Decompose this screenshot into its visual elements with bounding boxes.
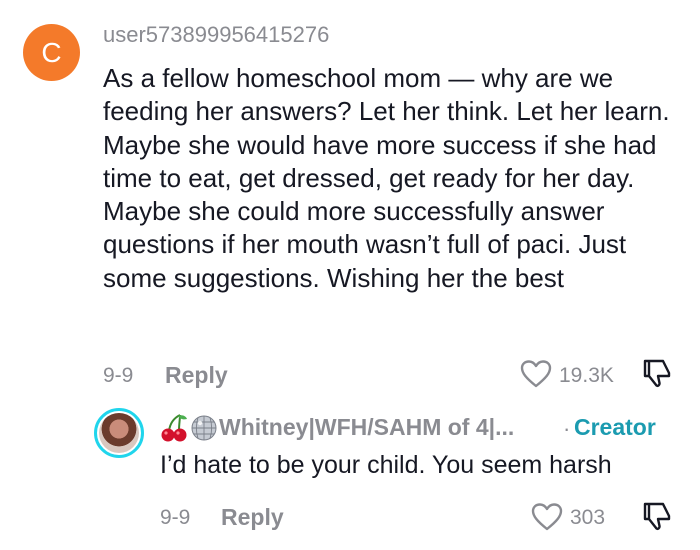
comment-like-count: 19.3K xyxy=(559,364,614,387)
disco-ball-icon xyxy=(191,415,217,441)
separator-dot: · xyxy=(563,416,571,441)
reply-avatar[interactable] xyxy=(94,408,144,458)
reply-reply-button[interactable]: Reply xyxy=(221,504,284,531)
comment-reply-button[interactable]: Reply xyxy=(165,362,228,389)
creator-badge: Creator xyxy=(574,414,656,440)
comment-username[interactable]: user573899956415276 xyxy=(103,22,329,48)
heart-outline-icon[interactable] xyxy=(531,502,563,532)
reply-date: 9-9 xyxy=(160,506,191,529)
reply-username[interactable]: Whitney|WFH/SAHM of 4|... xyxy=(219,414,514,441)
reply-avatar-photo xyxy=(99,413,139,453)
comment-date: 9-9 xyxy=(103,364,134,387)
avatar-letter: C xyxy=(41,36,62,68)
commenter-avatar[interactable]: C xyxy=(23,24,80,81)
cherries-icon xyxy=(161,414,187,442)
thumbs-down-outline-icon[interactable] xyxy=(641,357,673,389)
comment-text: As a fellow homeschool mom — why are we … xyxy=(103,63,670,293)
reply-like-count: 303 xyxy=(570,506,606,529)
thumbs-down-outline-icon[interactable] xyxy=(641,500,673,532)
heart-outline-icon[interactable] xyxy=(520,359,552,389)
reply-text: I’d hate to be your child. You seem hars… xyxy=(160,451,612,479)
